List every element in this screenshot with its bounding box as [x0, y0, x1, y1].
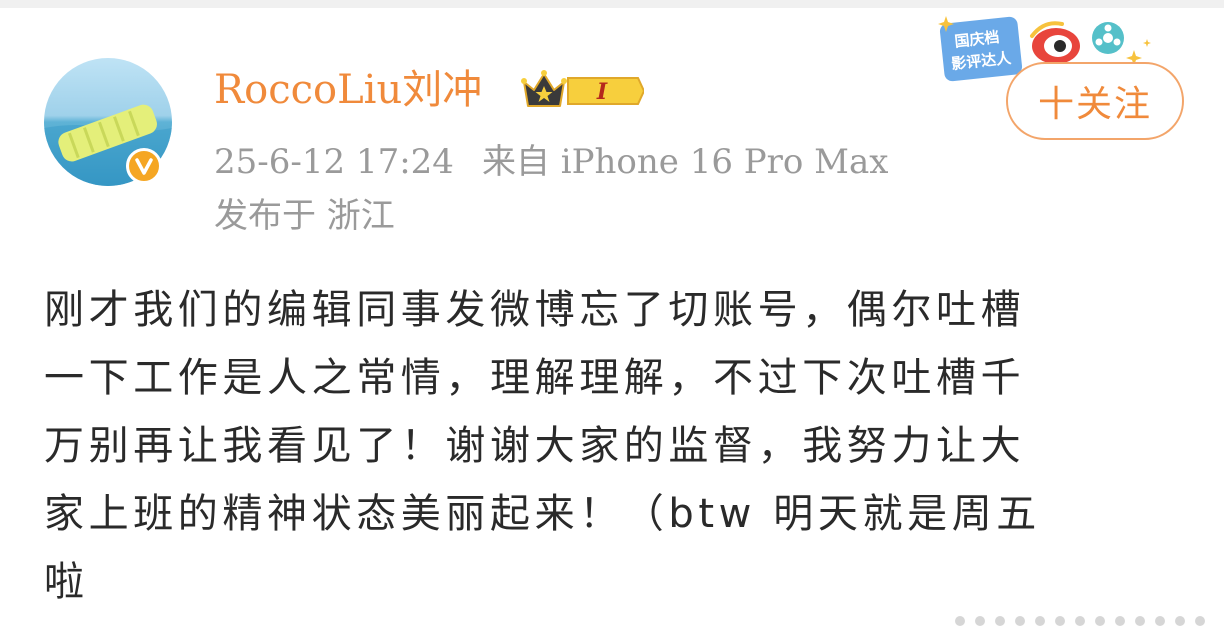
post-timestamp[interactable]: 25-6-12 17:24 [214, 142, 454, 182]
post-body-text: 刚才我们的编辑同事发微博忘了切账号，偶尔吐槽 一下工作是人之常情，理解理解，不过… [44, 287, 1041, 605]
post-meta: 25-6-12 17:24 来自 iPhone 16 Pro Max [214, 138, 888, 186]
level-badge-text: I [596, 79, 608, 105]
watermark-dots [950, 606, 1212, 636]
crown-icon [521, 70, 567, 107]
top-divider-bar [0, 0, 1224, 8]
follow-button[interactable]: 十关注 [1006, 62, 1184, 140]
weibo-eye-icon [1030, 21, 1080, 64]
verified-icon [126, 148, 162, 184]
level-badge[interactable]: I [520, 68, 646, 114]
post-source: 来自 iPhone 16 Pro Max [481, 142, 889, 182]
film-reel-icon [1092, 22, 1124, 54]
username[interactable]: RoccoLiu刘冲 [214, 62, 482, 118]
post-location: 发布于 浙江 [214, 196, 395, 236]
avatar[interactable] [44, 58, 172, 186]
